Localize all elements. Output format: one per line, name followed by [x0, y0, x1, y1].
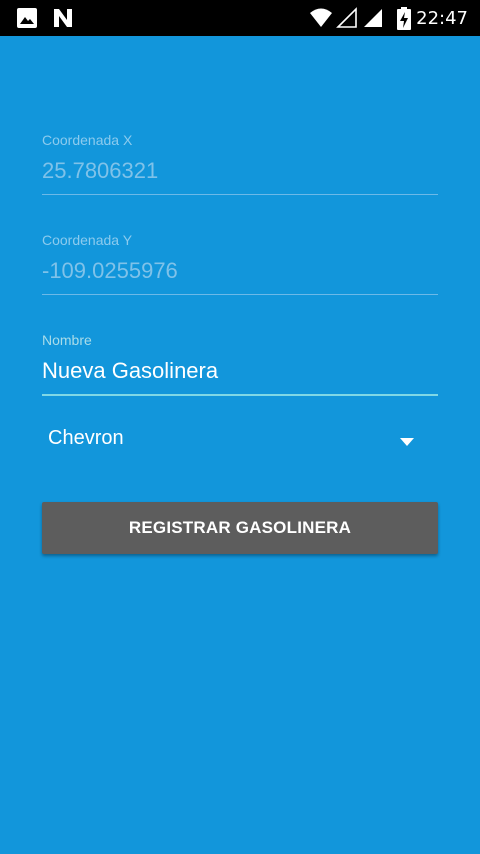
brand-spinner-value: Chevron: [48, 427, 124, 449]
n-notification-icon: [52, 7, 74, 29]
signal-empty-icon: [336, 7, 358, 29]
signal-icon: [362, 7, 384, 29]
coord-y-underline: [42, 294, 438, 295]
coord-y-input: -109.0255976: [42, 258, 178, 283]
status-bar: 22:47: [0, 0, 480, 36]
dropdown-arrow-icon: [399, 434, 415, 452]
nombre-input[interactable]: Nueva Gasolinera: [42, 356, 438, 386]
coord-y-label: Coordenada Y: [42, 232, 133, 248]
status-time: 22:47: [416, 8, 468, 29]
app-screen: 22:47 Coordenada X 25.7806321 Coordenada…: [0, 0, 480, 854]
brand-spinner[interactable]: Chevron: [42, 418, 438, 462]
nombre-label: Nombre: [42, 332, 92, 348]
register-button[interactable]: REGISTRAR GASOLINERA: [42, 502, 438, 554]
nombre-underline: [42, 394, 438, 396]
coord-x-input: 25.7806321: [42, 158, 159, 183]
wifi-icon: [309, 7, 333, 29]
battery-charging-icon: [396, 7, 412, 30]
image-icon: [16, 7, 38, 29]
coord-x-underline: [42, 194, 438, 195]
coord-x-label: Coordenada X: [42, 132, 133, 148]
